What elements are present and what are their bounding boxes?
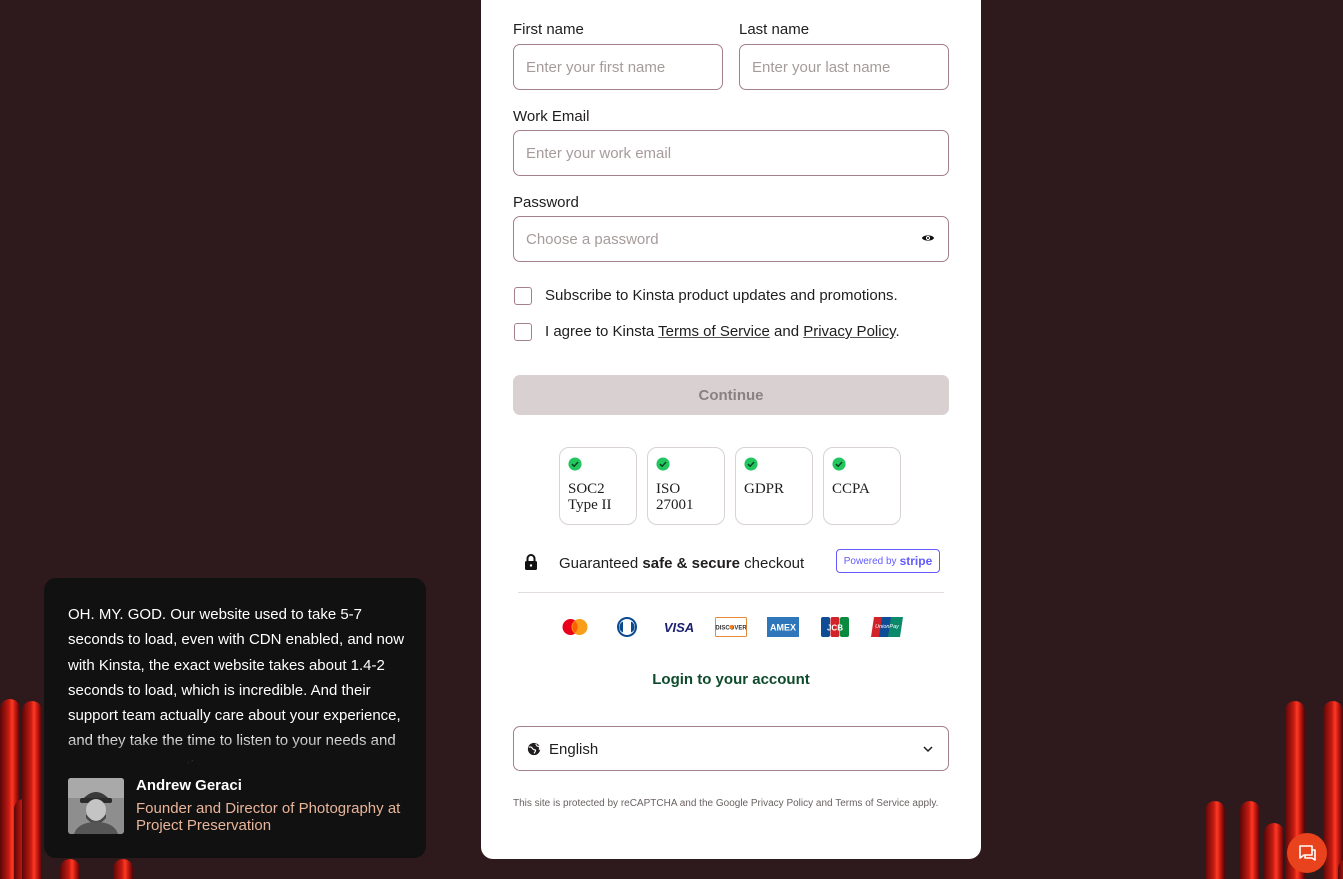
unionpay-icon: UnionPay xyxy=(871,617,903,637)
testimonial-card: OH. MY. GOD. Our website used to take 5-… xyxy=(44,578,426,858)
secure-emphasis: safe & secure xyxy=(642,555,740,572)
discover-icon: DISCOVER xyxy=(715,617,747,637)
svg-text:AMEX: AMEX xyxy=(770,623,796,633)
decor-bar xyxy=(1264,823,1284,879)
badge-line: ISO xyxy=(656,481,681,497)
agree-and: and xyxy=(769,323,804,340)
svg-text:UnionPay: UnionPay xyxy=(875,624,900,630)
eye-icon[interactable] xyxy=(921,231,935,245)
stripe-logo: stripe xyxy=(899,554,933,568)
powered-by-text: Powered by xyxy=(843,555,897,567)
diners-club-icon xyxy=(617,617,637,637)
password-input[interactable] xyxy=(513,216,949,262)
language-select[interactable]: English xyxy=(513,726,949,771)
person-photo-icon xyxy=(68,778,124,834)
agree-checkbox[interactable] xyxy=(514,323,532,341)
powered-by-stripe-badge: Powered by stripe xyxy=(836,549,940,573)
first-name-label: First name xyxy=(513,21,584,38)
badge-label: GDPR xyxy=(744,481,810,497)
last-name-label: Last name xyxy=(739,21,810,38)
decor-bar xyxy=(22,701,42,879)
globe-icon xyxy=(527,742,541,756)
decor-bar xyxy=(60,859,80,879)
secure-suffix: checkout xyxy=(739,555,805,572)
testimonial-quote: OH. MY. GOD. Our website used to take 5-… xyxy=(68,606,405,764)
chat-icon xyxy=(1299,845,1316,861)
decor-bar xyxy=(1240,801,1260,879)
svg-text:VISA: VISA xyxy=(664,620,694,635)
iso-badge: ISO 27001 xyxy=(647,447,725,525)
secure-checkout-text: Guaranteed safe & secure checkout xyxy=(559,555,804,572)
avatar xyxy=(68,778,124,834)
mastercard-icon xyxy=(562,619,588,635)
login-link[interactable]: Login to your account xyxy=(481,671,981,688)
check-circle-icon xyxy=(832,457,846,471)
check-circle-icon xyxy=(656,457,670,471)
badge-line: Type II xyxy=(568,497,612,513)
ccpa-badge: CCPA xyxy=(823,447,901,525)
terms-of-service-link[interactable]: Terms of Service xyxy=(658,323,770,340)
agree-prefix: I agree to Kinsta xyxy=(545,323,659,340)
check-circle-icon xyxy=(744,457,758,471)
decor-bar xyxy=(113,859,133,879)
chat-button[interactable] xyxy=(1287,833,1327,873)
gdpr-badge: GDPR xyxy=(735,447,813,525)
visa-icon: VISA xyxy=(664,620,694,635)
decor-bar xyxy=(1205,801,1225,879)
secure-prefix: Guaranteed xyxy=(559,555,643,572)
recaptcha-notice: This site is protected by reCAPTCHA and … xyxy=(513,798,939,809)
first-name-input[interactable] xyxy=(513,44,723,90)
password-label: Password xyxy=(513,194,579,211)
testimonial-role: Founder and Director of Photography at P… xyxy=(136,800,401,834)
language-value: English xyxy=(549,741,599,758)
divider xyxy=(518,592,944,593)
badge-label: ISO 27001 xyxy=(656,481,722,513)
soc2-badge: SOC2 Type II xyxy=(559,447,637,525)
svg-text:JCB: JCB xyxy=(827,624,843,633)
testimonial-author: Andrew Geraci xyxy=(136,777,242,794)
chevron-down-icon xyxy=(923,746,933,753)
subscribe-label: Subscribe to Kinsta product updates and … xyxy=(545,287,898,304)
check-circle-icon xyxy=(568,457,582,471)
amex-icon: AMEX xyxy=(767,617,799,637)
signup-card: First name Last name Work Email Password… xyxy=(481,0,981,859)
work-email-input[interactable] xyxy=(513,130,949,176)
privacy-policy-link[interactable]: Privacy Policy xyxy=(803,323,895,340)
badge-line: 27001 xyxy=(656,497,694,513)
lock-icon xyxy=(525,554,537,570)
agree-label: I agree to Kinsta Terms of Service and P… xyxy=(545,323,900,340)
continue-button[interactable]: Continue xyxy=(513,375,949,415)
badge-line: SOC2 xyxy=(568,481,605,497)
badge-line: CCPA xyxy=(832,481,870,497)
last-name-input[interactable] xyxy=(739,44,949,90)
agree-suffix: . xyxy=(895,323,900,340)
badge-line: GDPR xyxy=(744,481,785,497)
jcb-icon: JCB xyxy=(821,617,849,637)
subscribe-checkbox[interactable] xyxy=(514,287,532,305)
badge-label: SOC2 Type II xyxy=(568,481,634,513)
badge-label: CCPA xyxy=(832,481,898,497)
password-field xyxy=(513,216,949,262)
work-email-label: Work Email xyxy=(513,108,590,125)
